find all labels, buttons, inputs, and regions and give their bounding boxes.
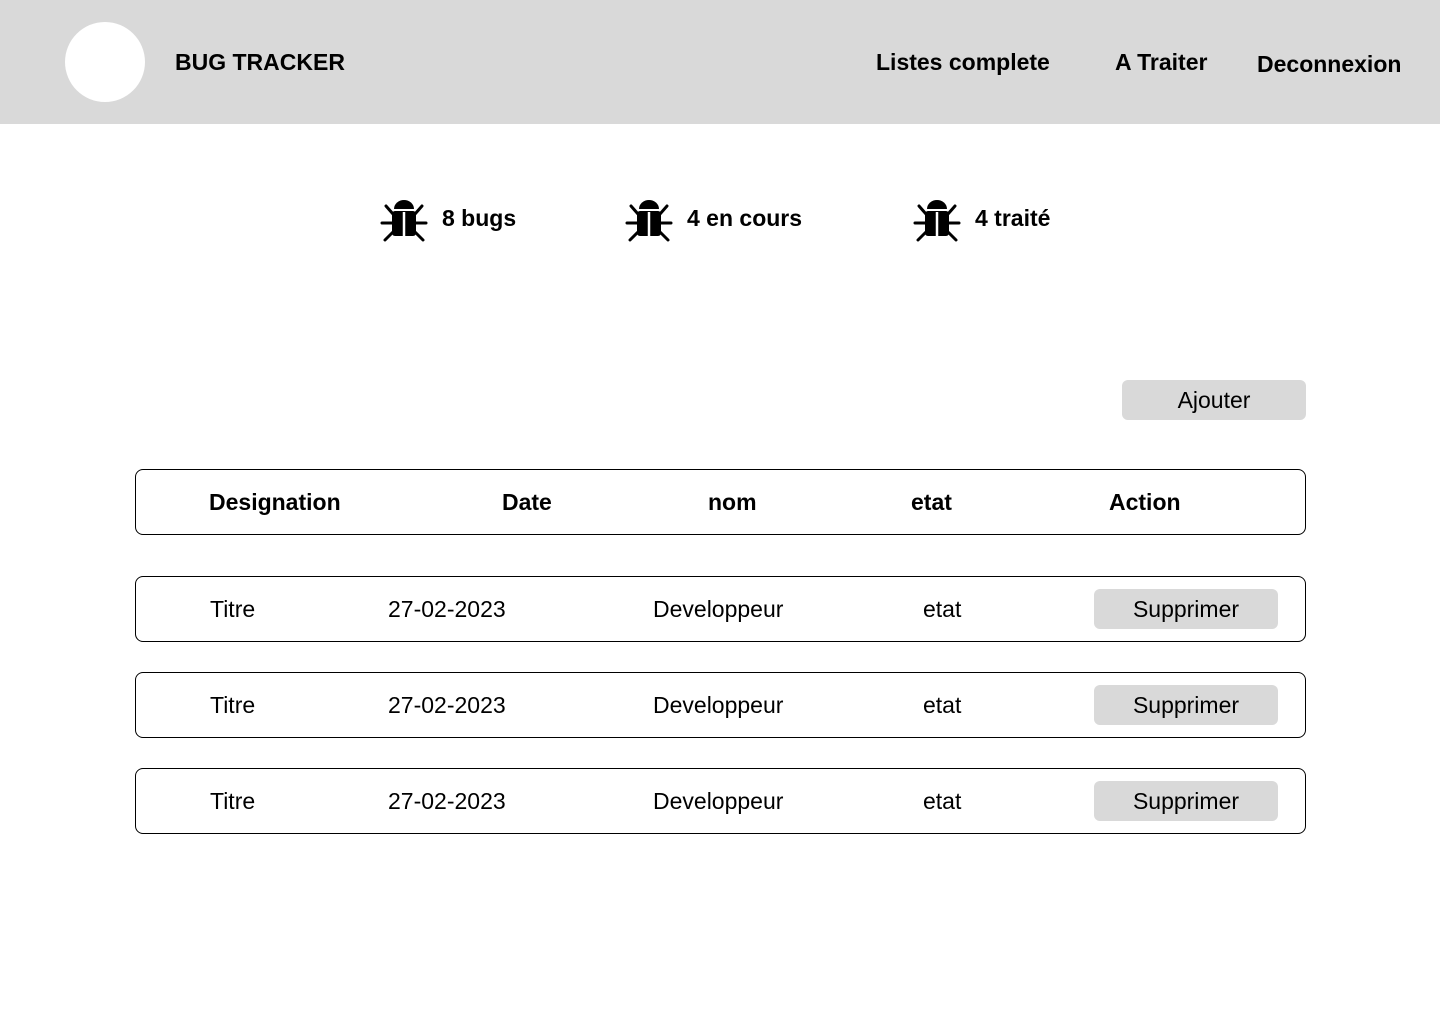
column-header-action: Action	[1109, 489, 1181, 515]
add-button[interactable]: Ajouter	[1122, 380, 1306, 420]
table-row: Titre 27-02-2023 Developpeur etat Suppri…	[135, 768, 1306, 834]
stat-total-bugs: 8 bugs	[380, 192, 516, 244]
table-row: Titre 27-02-2023 Developpeur etat Suppri…	[135, 672, 1306, 738]
logo-placeholder[interactable]	[65, 22, 145, 102]
bug-icon	[380, 193, 428, 243]
table-row: Titre 27-02-2023 Developpeur etat Suppri…	[135, 576, 1306, 642]
delete-button[interactable]: Supprimer	[1094, 781, 1278, 821]
app-title: BUG TRACKER	[175, 49, 345, 75]
cell-designation: Titre	[210, 692, 256, 718]
delete-button[interactable]: Supprimer	[1094, 589, 1278, 629]
column-header-nom: nom	[708, 489, 757, 515]
table-header: Designation Date nom etat Action	[135, 469, 1306, 535]
bug-icon	[913, 193, 961, 243]
stat-in-progress: 4 en cours	[625, 192, 802, 244]
cell-designation: Titre	[210, 788, 256, 814]
nav-full-list-link[interactable]: Listes complete	[876, 48, 1050, 76]
stat-label: 8 bugs	[442, 205, 517, 231]
cell-nom: Developpeur	[653, 788, 784, 814]
cell-etat: etat	[923, 596, 962, 622]
cell-etat: etat	[923, 788, 962, 814]
bug-icon	[625, 193, 673, 243]
cell-nom: Developpeur	[653, 596, 784, 622]
top-header: BUG TRACKER Listes complete A Traiter De…	[0, 0, 1440, 124]
nav-to-process-link[interactable]: A Traiter	[1115, 48, 1207, 76]
column-header-designation: Designation	[209, 489, 341, 515]
stat-label: 4 en cours	[687, 205, 803, 231]
cell-date: 27-02-2023	[388, 692, 506, 718]
cell-date: 27-02-2023	[388, 596, 506, 622]
column-header-etat: etat	[911, 489, 952, 515]
column-header-date: Date	[502, 489, 552, 515]
cell-designation: Titre	[210, 596, 256, 622]
cell-nom: Developpeur	[653, 692, 784, 718]
stat-processed: 4 traité	[913, 192, 1050, 244]
delete-button[interactable]: Supprimer	[1094, 685, 1278, 725]
stat-label: 4 traité	[975, 205, 1051, 231]
cell-etat: etat	[923, 692, 962, 718]
cell-date: 27-02-2023	[388, 788, 506, 814]
logout-link[interactable]: Deconnexion	[1257, 50, 1401, 78]
